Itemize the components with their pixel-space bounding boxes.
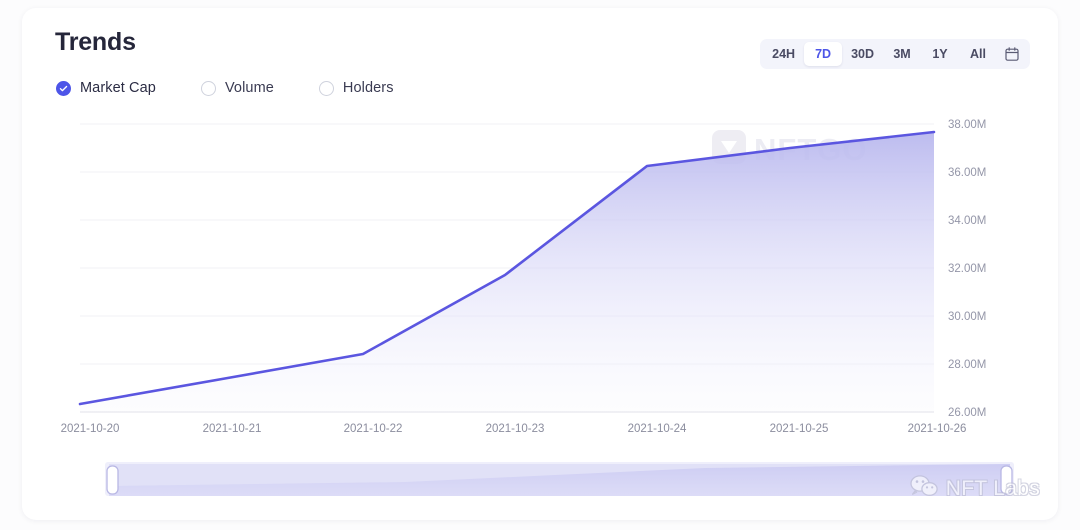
chart-range-brush[interactable] bbox=[105, 460, 1014, 498]
x-tick-label: 2021-10-20 bbox=[61, 423, 120, 435]
radio-unchecked-icon bbox=[318, 80, 334, 96]
brush-handle-left bbox=[106, 465, 119, 495]
radio-unchecked-icon bbox=[200, 80, 216, 96]
range-option-30d[interactable]: 30D bbox=[842, 42, 883, 66]
chart-svg: NFTGO 38.00M 36.00M 34.00M 32.00M 30.00M… bbox=[61, 119, 987, 435]
card-header: Trends 24H 7D 30D 3M 1Y All bbox=[22, 8, 1058, 82]
radio-label-market-cap: Market Cap bbox=[80, 80, 156, 96]
range-option-1y[interactable]: 1Y bbox=[921, 42, 959, 66]
page-root: Trends 24H 7D 30D 3M 1Y All Market Cap V… bbox=[0, 0, 1080, 530]
range-option-all[interactable]: All bbox=[959, 42, 997, 66]
x-tick-label: 2021-10-25 bbox=[770, 423, 829, 435]
radio-volume[interactable]: Volume bbox=[200, 80, 274, 96]
trends-card: Trends 24H 7D 30D 3M 1Y All Market Cap V… bbox=[22, 8, 1058, 520]
y-tick-label: 32.00M bbox=[948, 263, 986, 275]
brush-selection bbox=[109, 464, 1010, 496]
range-option-7d[interactable]: 7D bbox=[804, 42, 843, 66]
radio-holders[interactable]: Holders bbox=[318, 80, 394, 96]
page-title: Trends bbox=[55, 28, 136, 56]
metric-radio-group[interactable]: Market Cap Volume Holders bbox=[56, 80, 394, 96]
range-option-24h[interactable]: 24H bbox=[763, 42, 804, 66]
brush-svg bbox=[105, 462, 1014, 496]
radio-market-cap[interactable]: Market Cap bbox=[56, 80, 156, 96]
brush-handle-right bbox=[1000, 465, 1013, 495]
trends-chart[interactable]: NFTGO 38.00M 36.00M 34.00M 32.00M 30.00M… bbox=[22, 112, 1058, 452]
radio-label-holders: Holders bbox=[342, 80, 394, 96]
radio-label-volume: Volume bbox=[224, 80, 274, 96]
y-tick-label: 28.00M bbox=[948, 359, 986, 371]
range-selector[interactable]: 24H 7D 30D 3M 1Y All bbox=[760, 39, 1030, 69]
x-tick-label: 2021-10-22 bbox=[344, 423, 403, 435]
range-option-3m[interactable]: 3M bbox=[883, 42, 921, 66]
y-tick-label: 34.00M bbox=[948, 215, 986, 227]
x-axis-labels: 2021-10-20 2021-10-21 2021-10-22 2021-10… bbox=[61, 423, 967, 435]
x-tick-label: 2021-10-26 bbox=[908, 423, 967, 435]
calendar-icon[interactable] bbox=[997, 41, 1027, 67]
y-tick-label: 26.00M bbox=[948, 407, 986, 419]
y-tick-label: 38.00M bbox=[948, 119, 986, 131]
x-tick-label: 2021-10-23 bbox=[486, 423, 545, 435]
radio-checked-icon bbox=[56, 80, 71, 96]
y-tick-label: 36.00M bbox=[948, 167, 986, 179]
x-tick-label: 2021-10-24 bbox=[628, 423, 687, 435]
x-tick-label: 2021-10-21 bbox=[203, 423, 262, 435]
y-tick-label: 30.00M bbox=[948, 311, 986, 323]
y-axis-labels: 38.00M 36.00M 34.00M 32.00M 30.00M 28.00… bbox=[948, 119, 986, 419]
